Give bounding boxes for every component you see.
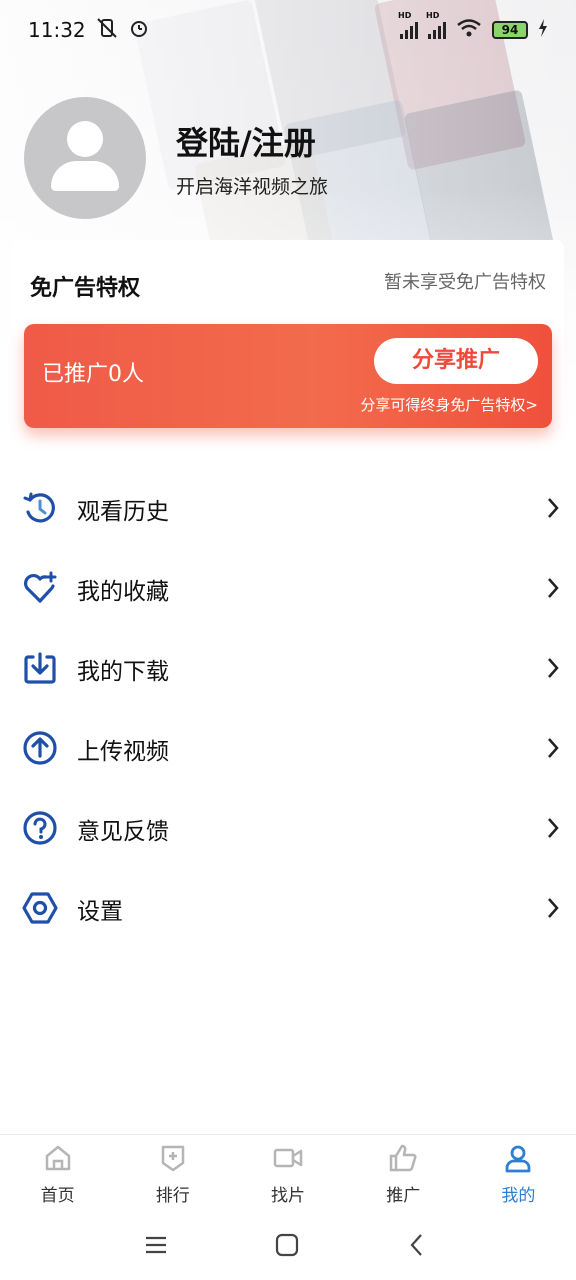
upload-icon: [23, 731, 57, 765]
privilege-title: 免广告特权: [30, 276, 141, 301]
ad-free-privilege-card: 免广告特权 暂未享受免广告特权 已推广0人 分享推广 分享可得终身免广告特权>: [12, 240, 564, 452]
chevron-right-icon: [548, 738, 559, 758]
menu-label: 我的下载: [77, 659, 169, 685]
status-time: 11:32: [28, 18, 86, 42]
menu-item-settings[interactable]: 设置: [0, 868, 576, 948]
home-button-icon[interactable]: [272, 1230, 302, 1260]
menu-item-favorites[interactable]: 我的收藏: [0, 548, 576, 628]
question-icon: [23, 811, 57, 845]
nav-ranking[interactable]: 排行: [115, 1135, 230, 1210]
video-camera-icon: [273, 1148, 303, 1168]
promotion-count: 已推广0人: [42, 362, 144, 387]
menu-label: 上传视频: [77, 739, 169, 765]
menu-icon[interactable]: [141, 1230, 171, 1260]
avatar[interactable]: [24, 97, 146, 219]
user-icon: [506, 1145, 531, 1173]
profile-subtitle: 开启海洋视频之旅: [176, 176, 329, 198]
nav-promote[interactable]: 推广: [346, 1135, 461, 1210]
battery-indicator: 94: [492, 21, 528, 39]
chevron-right-icon: [548, 658, 559, 678]
privilege-status: 暂未享受免广告特权: [384, 272, 546, 293]
home-icon: [45, 1145, 70, 1171]
promotion-banner[interactable]: 已推广0人 分享推广 分享可得终身免广告特权>: [24, 324, 552, 428]
nav-label: 推广: [386, 1186, 421, 1206]
nav-label: 排行: [155, 1186, 190, 1206]
ranking-icon: [161, 1145, 185, 1172]
chevron-right-icon: [548, 578, 559, 598]
charging-icon: [538, 18, 548, 42]
settings-hex-icon: [22, 892, 58, 924]
menu-item-history[interactable]: 观看历史: [0, 468, 576, 548]
profile-menu: 观看历史 我的收藏 我的下载 上传视频 意见反馈 设置: [0, 468, 576, 948]
nav-label: 我的: [501, 1186, 536, 1206]
menu-label: 我的收藏: [77, 579, 169, 605]
menu-label: 意见反馈: [77, 819, 169, 845]
back-icon[interactable]: [402, 1230, 432, 1260]
nav-mine[interactable]: 我的: [461, 1135, 576, 1210]
menu-label: 设置: [77, 899, 123, 925]
signal-icon-2: HD: [426, 11, 446, 39]
wifi-icon: [456, 18, 482, 43]
signal-icon: HD: [398, 11, 418, 39]
nav-label: 首页: [40, 1186, 75, 1206]
menu-item-upload[interactable]: 上传视频: [0, 708, 576, 788]
promotion-note-link[interactable]: 分享可得终身免广告特权>: [360, 394, 538, 415]
heart-plus-icon: [24, 571, 57, 603]
chevron-right-icon: [548, 818, 559, 838]
share-promote-button[interactable]: 分享推广: [374, 338, 538, 384]
menu-label: 观看历史: [77, 499, 169, 525]
menu-item-feedback[interactable]: 意见反馈: [0, 788, 576, 868]
thumbs-up-icon: [389, 1144, 417, 1172]
download-icon: [24, 652, 56, 684]
system-navigation-bar: [0, 1210, 576, 1280]
bottom-navigation: 首页 排行 找片 推广 我的: [0, 1134, 576, 1210]
chevron-right-icon: [548, 498, 559, 518]
login-register-link[interactable]: 登陆/注册: [176, 118, 316, 164]
nav-find-videos[interactable]: 找片: [230, 1135, 345, 1210]
vibrate-off-icon: [96, 17, 118, 44]
nav-home[interactable]: 首页: [0, 1135, 115, 1210]
history-icon: [23, 492, 55, 523]
alarm-icon: [128, 17, 150, 44]
menu-item-downloads[interactable]: 我的下载: [0, 628, 576, 708]
nav-label: 找片: [271, 1186, 305, 1206]
status-bar: 11:32 HD HD 94: [0, 0, 576, 60]
chevron-right-icon: [548, 898, 559, 918]
